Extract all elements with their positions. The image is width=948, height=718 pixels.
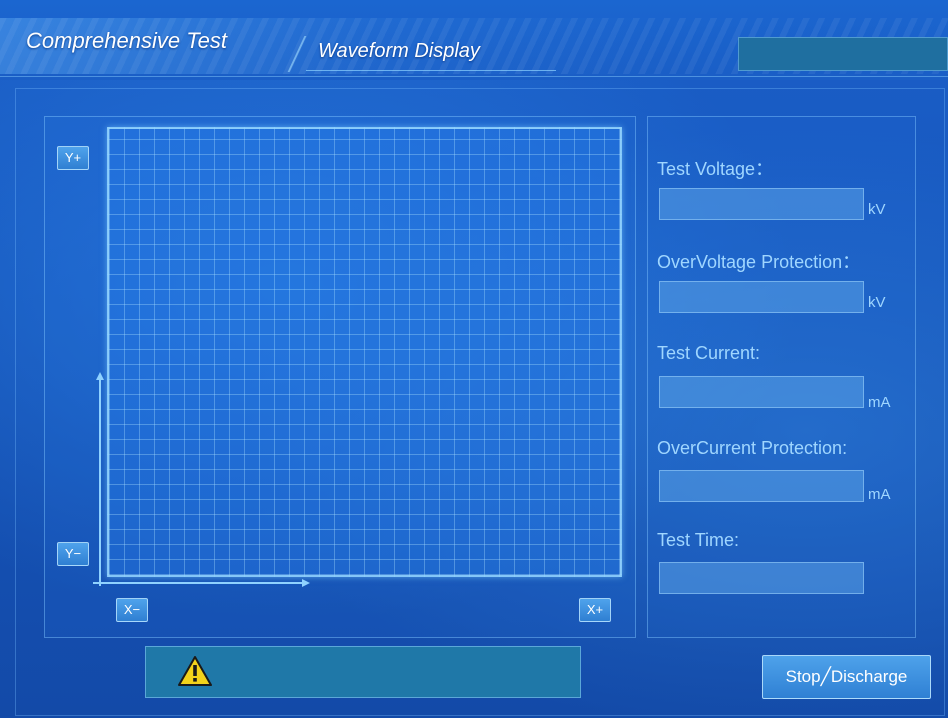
overvoltage-protection-unit: kV — [868, 294, 886, 311]
overvoltage-protection-label: OverVoltage Protection： — [657, 252, 861, 272]
waveform-display-screen: Comprehensive Test Waveform Display Y+ Y… — [0, 0, 948, 718]
y-axis-line — [99, 378, 101, 586]
warning-triangle-icon — [178, 655, 212, 687]
overcurrent-protection-label: OverCurrent Protection: — [657, 438, 848, 458]
test-voltage-label: Test Voltage： — [657, 159, 774, 179]
test-current-unit: mA — [868, 394, 891, 411]
stop-discharge-button[interactable]: Stop╱Discharge — [762, 655, 931, 699]
tab-waveform-display[interactable]: Waveform Display — [306, 36, 556, 71]
tab-waveform-label: Waveform Display — [318, 40, 480, 62]
test-current-field[interactable] — [659, 376, 864, 408]
y-axis-arrow-icon — [96, 372, 104, 380]
header-status-field — [738, 37, 948, 71]
test-voltage-unit: kV — [868, 201, 886, 218]
x-axis-line — [93, 582, 303, 584]
header-divider — [0, 76, 948, 77]
x-plus-button[interactable]: X+ — [579, 598, 611, 622]
overcurrent-protection-unit: mA — [868, 486, 891, 503]
test-time-field[interactable] — [659, 562, 864, 594]
overcurrent-protection-field[interactable] — [659, 470, 864, 502]
test-voltage-field[interactable] — [659, 188, 864, 220]
tab-comprehensive-test[interactable]: Comprehensive Test — [26, 28, 227, 54]
y-plus-button[interactable]: Y+ — [57, 146, 89, 170]
waveform-grid — [107, 127, 622, 577]
x-minus-button[interactable]: X− — [116, 598, 148, 622]
y-minus-button[interactable]: Y− — [57, 542, 89, 566]
test-current-label: Test Current: — [657, 343, 761, 363]
overvoltage-protection-field[interactable] — [659, 281, 864, 313]
x-axis-arrow-icon — [302, 579, 310, 587]
test-time-label: Test Time: — [657, 530, 740, 550]
